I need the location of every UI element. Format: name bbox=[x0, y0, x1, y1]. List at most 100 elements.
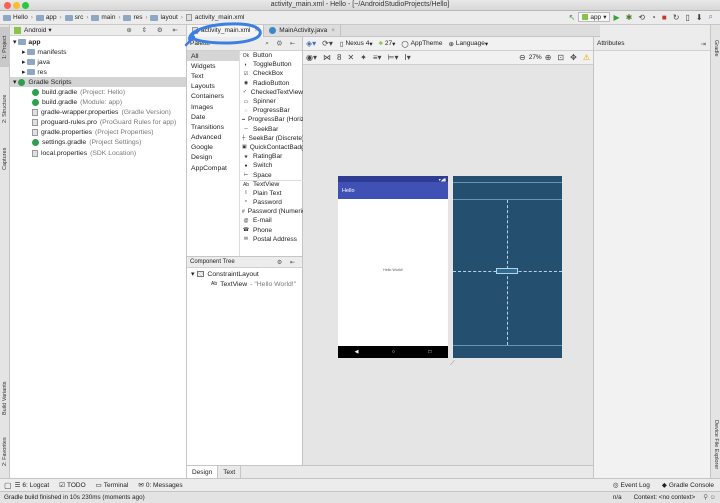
breadcrumb-item[interactable]: main bbox=[91, 14, 115, 21]
palette-category[interactable]: Images bbox=[187, 102, 239, 112]
palette-category[interactable]: Design bbox=[187, 153, 239, 163]
palette-widget[interactable]: ◉ RadioButton bbox=[240, 79, 303, 88]
zoom-in-icon[interactable]: ⊕ bbox=[545, 53, 552, 62]
pan-icon[interactable]: ✥ bbox=[570, 53, 577, 62]
palette-widget[interactable]: ● Switch bbox=[240, 161, 303, 170]
palette-widget[interactable]: ✉ Postal Address bbox=[240, 235, 303, 244]
palette-category[interactable]: Text bbox=[187, 71, 239, 81]
palette-widget[interactable]: ⊢ Space bbox=[240, 170, 303, 179]
logcat-tab[interactable]: ☰ 6: Logcat bbox=[15, 481, 50, 490]
theme-select[interactable]: ◯ AppTheme bbox=[401, 40, 442, 48]
pack-icon[interactable]: ≡▾ bbox=[373, 53, 382, 62]
terminal-tab[interactable]: ▭ Terminal bbox=[96, 481, 129, 490]
close-tab-icon[interactable]: × bbox=[331, 27, 335, 34]
palette-category[interactable]: Containers bbox=[187, 92, 239, 102]
palette-widget[interactable]: Ab TextView bbox=[240, 179, 303, 189]
palette-widget[interactable]: ─ SeekBar bbox=[240, 125, 303, 134]
clear-constraints-icon[interactable]: ✕ bbox=[347, 53, 354, 62]
captures-tool-tab[interactable]: Captures bbox=[0, 143, 10, 175]
tree-item-local-properties[interactable]: local.properties (SDK Location) bbox=[10, 148, 186, 158]
view-options-icon[interactable]: ◉▾ bbox=[306, 53, 317, 62]
palette-widget[interactable]: # Password (Numeric) bbox=[240, 207, 303, 216]
device-file-explorer-tool-tab[interactable]: Device File Explorer bbox=[711, 415, 720, 475]
messages-tab[interactable]: ✉ 0: Messages bbox=[138, 481, 182, 490]
tab-design[interactable]: Design bbox=[187, 466, 219, 478]
project-tool-tab[interactable]: 1: Project bbox=[0, 27, 10, 67]
palette-widget[interactable]: ✓ CheckedTextView bbox=[240, 88, 303, 97]
zoom-fit-icon[interactable]: ⊡ bbox=[557, 53, 564, 62]
align-icon[interactable]: ⊨▾ bbox=[388, 53, 399, 62]
palette-category[interactable]: Transitions bbox=[187, 122, 239, 132]
palette-widget[interactable]: ★ RatingBar bbox=[240, 152, 303, 161]
breadcrumb-item[interactable]: res bbox=[123, 14, 142, 21]
status-icons[interactable]: ⚲ ☺ bbox=[703, 494, 716, 501]
autoconnect-icon[interactable]: ⋈ bbox=[323, 53, 331, 62]
gradle-console-tab[interactable]: ◆ Gradle Console bbox=[662, 481, 714, 490]
palette-category[interactable]: Advanced bbox=[187, 133, 239, 143]
guidelines-icon[interactable]: I▾ bbox=[405, 53, 411, 62]
tab-main-activity-java[interactable]: MainActivity.java × bbox=[264, 24, 341, 37]
panel-actions[interactable]: ⊕ ⇕ ⚙ ⇤ bbox=[126, 26, 182, 34]
palette-widget[interactable]: @ E-mail bbox=[240, 216, 303, 225]
profile-icon[interactable]: ◔ bbox=[651, 13, 656, 22]
avd-manager-icon[interactable]: ▯ bbox=[685, 13, 689, 22]
breadcrumb-item[interactable]: app bbox=[35, 14, 57, 21]
api-level-select[interactable]: ♣ 27 ▾ bbox=[379, 40, 396, 48]
tree-item-res[interactable]: ▸ res bbox=[10, 67, 186, 77]
project-view-select[interactable]: Android bbox=[24, 27, 46, 34]
tree-item-constraintlayout[interactable]: ▾ ConstraintLayout bbox=[187, 269, 302, 279]
palette-category[interactable]: All bbox=[187, 51, 239, 62]
hello-world-text[interactable]: Hello World! bbox=[338, 268, 448, 272]
breadcrumb-item[interactable]: layout bbox=[150, 14, 178, 21]
palette-widget[interactable]: ◌ ProgressBar bbox=[240, 106, 303, 115]
palette-widget[interactable]: ☑ CheckBox bbox=[240, 69, 303, 78]
palette-category[interactable]: AppCompat bbox=[187, 163, 239, 173]
palette-widget[interactable]: ☎ Phone bbox=[240, 226, 303, 235]
blueprint-preview[interactable] bbox=[453, 176, 562, 358]
breadcrumb-item[interactable]: src bbox=[64, 14, 83, 21]
build-variants-tool-tab[interactable]: Build Variants bbox=[0, 373, 10, 423]
device-select[interactable]: ▯ Nexus 4 ▾ bbox=[340, 40, 373, 48]
run-config-select[interactable]: app ▾ bbox=[578, 12, 611, 22]
palette-category[interactable]: Date bbox=[187, 112, 239, 122]
tree-item-textview[interactable]: Ab TextView - "Hello World!" bbox=[187, 279, 302, 289]
textview-blueprint-box[interactable] bbox=[496, 268, 518, 274]
search-icon[interactable]: ⌕ bbox=[709, 12, 713, 22]
todo-tab[interactable]: ☑ TODO bbox=[59, 481, 86, 490]
sync-icon[interactable]: ↻ bbox=[673, 13, 680, 22]
tree-item-gradle-wrapper[interactable]: gradle-wrapper.properties (Gradle Version… bbox=[10, 108, 186, 118]
favorites-tool-tab[interactable]: 2: Favorites bbox=[0, 430, 10, 474]
language-select[interactable]: ⊕ Language ▾ bbox=[448, 40, 488, 48]
tree-item-manifests[interactable]: ▸ manifests bbox=[10, 47, 186, 57]
status-context[interactable]: Context: <no context> bbox=[634, 494, 696, 501]
palette-widget[interactable]: I Plain Text bbox=[240, 189, 303, 198]
infer-constraints-icon[interactable]: ✦ bbox=[360, 53, 367, 62]
tree-item-java[interactable]: ▸ java bbox=[10, 57, 186, 67]
tab-text[interactable]: Text bbox=[218, 466, 242, 478]
palette-actions[interactable]: ⌕ ⚙ ⇤ bbox=[265, 40, 298, 48]
tool-windows-icon[interactable]: ▢ bbox=[4, 481, 12, 490]
zoom-out-icon[interactable]: ⊖ bbox=[519, 53, 526, 62]
design-preview[interactable]: ▾◢▮ Hello Hello World! ◀ ○ □ bbox=[338, 176, 448, 358]
event-log-tab[interactable]: ◎ Event Log bbox=[613, 481, 650, 490]
make-project-icon[interactable]: ↖ bbox=[569, 13, 576, 22]
palette-widget[interactable]: ━ProgressBar (Horizontal) bbox=[240, 115, 303, 124]
palette-widget[interactable]: * Password bbox=[240, 198, 303, 207]
default-margins-icon[interactable]: 8 bbox=[337, 53, 341, 62]
palette-widget[interactable]: ◐ ToggleButton bbox=[240, 60, 303, 69]
warnings-icon[interactable]: ⚠ bbox=[583, 53, 590, 62]
run-icon[interactable]: ▶ bbox=[613, 13, 619, 22]
attributes-actions[interactable]: ⇥ bbox=[701, 40, 706, 48]
sdk-manager-icon[interactable]: ⬇ bbox=[696, 13, 703, 22]
stop-icon[interactable]: ■ bbox=[662, 13, 667, 22]
tree-item-build-gradle-project[interactable]: build.gradle (Project: Hello) bbox=[10, 87, 186, 97]
tree-item-proguard[interactable]: proguard-rules.pro (ProGuard Rules for ap… bbox=[10, 118, 186, 128]
attach-icon[interactable]: ⟲ bbox=[638, 13, 645, 22]
tree-item-gradle-scripts[interactable]: ▾ Gradle Scripts bbox=[10, 77, 186, 88]
tree-item-settings-gradle[interactable]: settings.gradle (Project Settings) bbox=[10, 138, 186, 148]
tree-item-gradle-properties[interactable]: gradle.properties (Project Properties) bbox=[10, 128, 186, 138]
palette-widget[interactable]: ┼ SeekBar (Discrete) bbox=[240, 134, 303, 143]
palette-category[interactable]: Widgets bbox=[187, 61, 239, 71]
orientation-icon[interactable]: ⟳▾ bbox=[322, 39, 333, 48]
tree-item-app[interactable]: ▾ app bbox=[10, 37, 186, 47]
